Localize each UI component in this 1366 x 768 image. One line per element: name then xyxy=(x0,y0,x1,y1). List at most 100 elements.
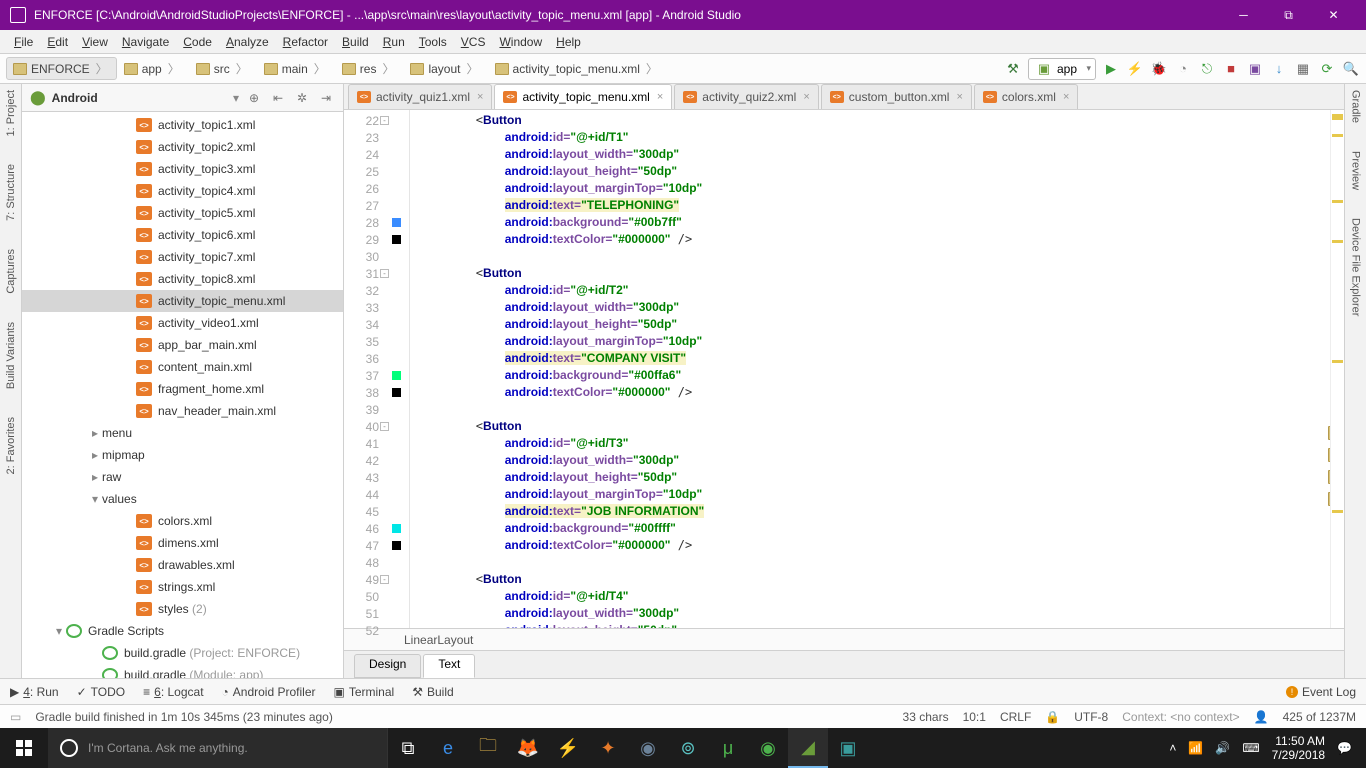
menu-window[interactable]: Window xyxy=(493,33,548,51)
tree-item-activity-topic1-xml[interactable]: activity_topic1.xml xyxy=(22,114,343,136)
bottom-tool-android-profiler[interactable]: ◔Android Profiler xyxy=(222,685,316,699)
tool-window-7--structure[interactable]: 7: Structure xyxy=(5,164,17,221)
tray-keyboard-icon[interactable]: ⌨ xyxy=(1242,741,1259,755)
event-log-button[interactable]: !Event Log xyxy=(1286,685,1356,699)
tree-item-activity-topic7-xml[interactable]: activity_topic7.xml xyxy=(22,246,343,268)
design-tab-text[interactable]: Text xyxy=(423,654,475,678)
breadcrumb-main[interactable]: main〉 xyxy=(257,57,335,80)
tree-item-activity-topic6-xml[interactable]: activity_topic6.xml xyxy=(22,224,343,246)
project-tree[interactable]: activity_topic1.xmlactivity_topic2.xmlac… xyxy=(22,112,343,678)
sync-gradle-icon[interactable]: ⟳ xyxy=(1318,60,1336,78)
utorrent-icon[interactable]: μ xyxy=(708,728,748,768)
collapse-all-icon[interactable]: ⇤ xyxy=(269,91,287,105)
breadcrumb-layout[interactable]: layout〉 xyxy=(403,57,487,80)
tree-item-colors-xml[interactable]: colors.xml xyxy=(22,510,343,532)
tree-item-fragment-home-xml[interactable]: fragment_home.xml xyxy=(22,378,343,400)
status-line-ending[interactable]: CRLF xyxy=(1000,710,1031,724)
menu-refactor[interactable]: Refactor xyxy=(277,33,334,51)
close-icon[interactable]: × xyxy=(803,91,809,103)
project-structure-icon[interactable]: ▦ xyxy=(1294,60,1312,78)
tray-network-icon[interactable]: 📶 xyxy=(1188,741,1203,755)
cortana-search[interactable]: I'm Cortana. Ask me anything. xyxy=(48,728,388,768)
menu-tools[interactable]: Tools xyxy=(413,33,453,51)
bottom-tool-4--run[interactable]: ▶4: Run xyxy=(10,685,59,699)
system-tray[interactable]: ˄ 📶 🔊 ⌨ 11:50 AM 7/29/2018 💬 xyxy=(1155,734,1366,762)
tool-window-build-variants[interactable]: Build Variants xyxy=(5,322,17,389)
code-area[interactable]: <Button android:id="@+id/T1" android:lay… xyxy=(410,110,1330,628)
profile-button[interactable]: ◔ xyxy=(1174,60,1192,78)
gear-icon[interactable]: ✲ xyxy=(293,91,311,105)
close-button[interactable]: ✕ xyxy=(1311,0,1356,30)
tree-item-build-gradle[interactable]: build.gradle (Module: app) xyxy=(22,664,343,678)
tree-item-activity-topic-menu-xml[interactable]: activity_topic_menu.xml xyxy=(22,290,343,312)
search-icon[interactable]: 🔍 xyxy=(1342,60,1360,78)
project-view-selector[interactable]: Android xyxy=(52,91,227,105)
breadcrumb-res[interactable]: res〉 xyxy=(335,57,404,80)
gutter[interactable]: 22-232425262728293031-323334353637383940… xyxy=(344,110,410,628)
run-config-selector[interactable]: ▣app xyxy=(1028,58,1096,80)
tool-window-captures[interactable]: Captures xyxy=(5,249,17,294)
tree-item-drawables-xml[interactable]: drawables.xml xyxy=(22,554,343,576)
hammer-icon[interactable]: ⚒ xyxy=(1004,60,1022,78)
close-icon[interactable]: × xyxy=(956,91,962,103)
error-stripe[interactable] xyxy=(1330,110,1344,628)
blender-icon[interactable]: ✦ xyxy=(588,728,628,768)
debug-button[interactable]: 🐞 xyxy=(1150,60,1168,78)
tree-item-dimens-xml[interactable]: dimens.xml xyxy=(22,532,343,554)
menu-edit[interactable]: Edit xyxy=(41,33,74,51)
stop-button[interactable]: ■ xyxy=(1222,60,1240,78)
steam-icon[interactable]: ◉ xyxy=(628,728,668,768)
tree-item-activity-topic4-xml[interactable]: activity_topic4.xml xyxy=(22,180,343,202)
tree-item-values[interactable]: ▾values xyxy=(22,488,343,510)
menu-run[interactable]: Run xyxy=(377,33,411,51)
avd-manager-icon[interactable]: ▣ xyxy=(1246,60,1264,78)
tab-custom-button-xml[interactable]: custom_button.xml× xyxy=(821,84,972,109)
tree-item-app-bar-main-xml[interactable]: app_bar_main.xml xyxy=(22,334,343,356)
menu-vcs[interactable]: VCS xyxy=(455,33,492,51)
layout-breadcrumb[interactable]: LinearLayout xyxy=(344,628,1344,650)
tree-item-nav-header-main-xml[interactable]: nav_header_main.xml xyxy=(22,400,343,422)
edge-icon[interactable]: e xyxy=(428,728,468,768)
menu-navigate[interactable]: Navigate xyxy=(116,33,175,51)
minimize-button[interactable]: ─ xyxy=(1221,0,1266,30)
tool-window-1--project[interactable]: 1: Project xyxy=(5,90,17,136)
bottom-tool-6--logcat[interactable]: ≡6: Logcat xyxy=(143,685,203,699)
menu-help[interactable]: Help xyxy=(550,33,587,51)
tool-window-gradle[interactable]: Gradle xyxy=(1350,90,1362,123)
task-view-icon[interactable]: ⧉ xyxy=(388,728,428,768)
menu-build[interactable]: Build xyxy=(336,33,375,51)
winamp-icon[interactable]: ⚡ xyxy=(548,728,588,768)
bottom-tool-terminal[interactable]: ▣Terminal xyxy=(334,685,395,699)
tool-window-preview[interactable]: Preview xyxy=(1350,151,1362,190)
app-icon-generic[interactable]: ▣ xyxy=(828,728,868,768)
apply-changes-button[interactable]: ⚡ xyxy=(1126,60,1144,78)
tree-item-strings-xml[interactable]: strings.xml xyxy=(22,576,343,598)
menu-code[interactable]: Code xyxy=(177,33,218,51)
tray-volume-icon[interactable]: 🔊 xyxy=(1215,741,1230,755)
clock[interactable]: 11:50 AM 7/29/2018 xyxy=(1272,734,1325,762)
status-context[interactable]: Context: <no context> xyxy=(1122,710,1239,724)
maximize-button[interactable]: ⧉ xyxy=(1266,0,1311,30)
line-icon[interactable]: ◉ xyxy=(748,728,788,768)
tree-item-styles[interactable]: styles (2) xyxy=(22,598,343,620)
inspection-icon[interactable]: 👤 xyxy=(1254,710,1269,724)
firefox-icon[interactable]: 🦊 xyxy=(508,728,548,768)
breadcrumb-activity-topic-menu-xml[interactable]: activity_topic_menu.xml〉 xyxy=(488,57,667,80)
tray-expand-icon[interactable]: ˄ xyxy=(1169,741,1176,755)
file-explorer-icon[interactable]: 🗀 xyxy=(468,728,508,768)
close-icon[interactable]: × xyxy=(1063,91,1069,103)
memory-indicator[interactable]: 425 of 1237M xyxy=(1283,710,1356,724)
tab-activity-quiz2-xml[interactable]: activity_quiz2.xml× xyxy=(674,84,818,109)
sdk-manager-icon[interactable]: ↓ xyxy=(1270,60,1288,78)
breadcrumb-app[interactable]: app〉 xyxy=(117,57,189,80)
touch-icon[interactable]: ⊚ xyxy=(668,728,708,768)
tool-window-2--favorites[interactable]: 2: Favorites xyxy=(5,417,17,474)
tree-item-activity-topic5-xml[interactable]: activity_topic5.xml xyxy=(22,202,343,224)
android-studio-icon[interactable]: ◢ xyxy=(788,728,828,768)
tree-item-content-main-xml[interactable]: content_main.xml xyxy=(22,356,343,378)
tree-item-activity-video1-xml[interactable]: activity_video1.xml xyxy=(22,312,343,334)
bottom-tool-build[interactable]: ⚒Build xyxy=(412,685,453,699)
status-encoding[interactable]: UTF-8 xyxy=(1074,710,1108,724)
breadcrumb-src[interactable]: src〉 xyxy=(189,57,257,80)
start-button[interactable] xyxy=(0,728,48,768)
